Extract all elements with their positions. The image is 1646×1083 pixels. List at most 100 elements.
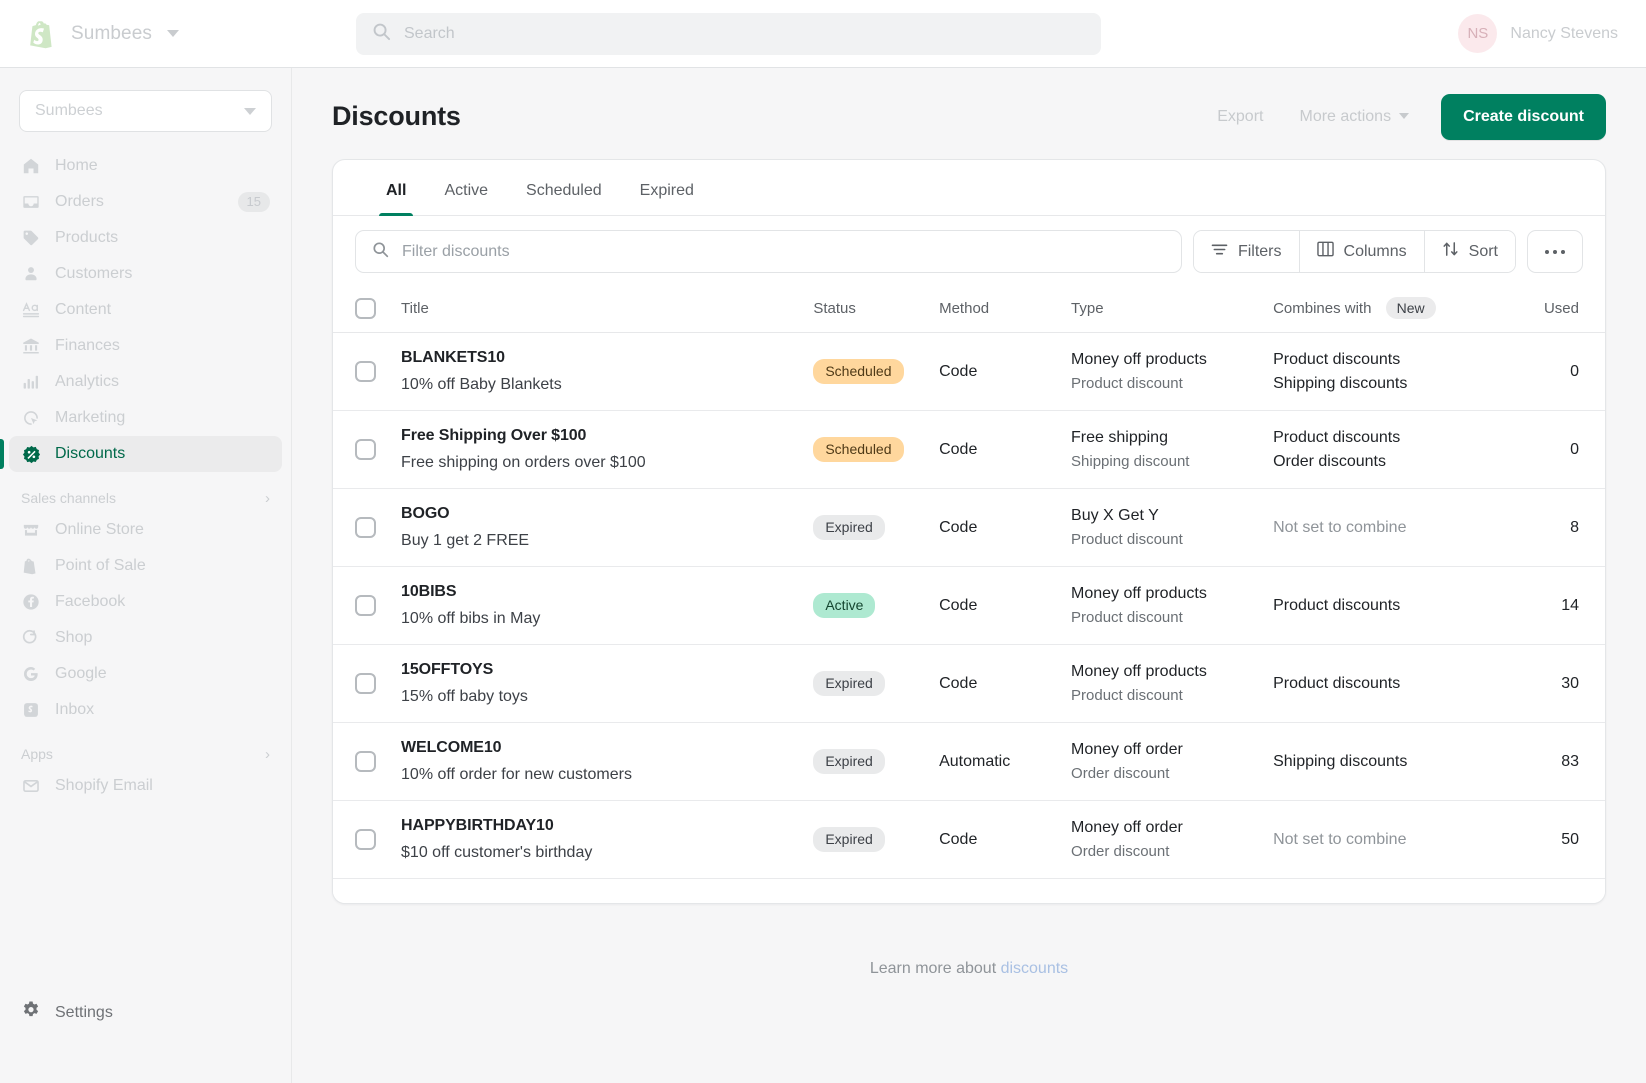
select-all-checkbox[interactable]: [355, 298, 376, 319]
sidebar-item-shopify-email[interactable]: Shopify Email: [9, 768, 282, 804]
sort-button[interactable]: Sort: [1425, 231, 1515, 272]
row-status-cell: Expired: [813, 723, 939, 801]
combines-line-1: Product discounts: [1273, 597, 1502, 615]
page-title: Discounts: [332, 101, 461, 132]
sidebar-item-point-of-sale[interactable]: Point of Sale: [9, 548, 282, 584]
row-method-cell: Code: [939, 645, 1071, 723]
select-all-header: [333, 287, 401, 333]
row-combines-cell: Not set to combine: [1273, 801, 1502, 879]
more-actions-button[interactable]: More actions: [1281, 98, 1427, 136]
row-type-cell: Money off order Order discount: [1071, 801, 1273, 879]
discount-title[interactable]: HAPPYBIRTHDAY10: [401, 817, 813, 835]
row-method-cell: Code: [939, 411, 1071, 489]
discount-title[interactable]: WELCOME10: [401, 739, 813, 757]
discount-title[interactable]: Free Shipping Over $100: [401, 427, 813, 445]
sidebar-item-label: Inbox: [55, 701, 94, 719]
user-menu[interactable]: NS Nancy Stevens: [1458, 14, 1618, 53]
ellipsis-icon: [1553, 250, 1557, 254]
table-row[interactable]: HAPPYBIRTHDAY10 $10 off customer's birth…: [333, 801, 1605, 879]
sidebar-item-marketing[interactable]: Marketing: [9, 400, 282, 436]
table-row[interactable]: WELCOME10 10% off order for new customer…: [333, 723, 1605, 801]
discount-title[interactable]: BOGO: [401, 505, 813, 523]
sidebar-item-inbox[interactable]: Inbox: [9, 692, 282, 728]
header-type[interactable]: Type: [1071, 287, 1273, 333]
row-status-cell: Expired: [813, 489, 939, 567]
filter-discounts-input[interactable]: Filter discounts: [355, 230, 1182, 273]
header-combines-with[interactable]: Combines with New: [1273, 287, 1502, 333]
discount-title[interactable]: BLANKETS10: [401, 349, 813, 367]
sidebar-item-finances[interactable]: Finances: [9, 328, 282, 364]
sidebar-item-online-store[interactable]: Online Store: [9, 512, 282, 548]
export-button[interactable]: Export: [1199, 98, 1281, 136]
sidebar-item-discounts[interactable]: Discounts: [9, 436, 282, 472]
table-row[interactable]: BOGO Buy 1 get 2 FREE Expired Code Buy X…: [333, 489, 1605, 567]
orders-count-badge: 15: [238, 192, 270, 212]
brand-area[interactable]: Sumbees: [0, 18, 292, 50]
row-select-cell: [333, 333, 401, 411]
discount-title[interactable]: 10BIBS: [401, 583, 813, 601]
store-selector[interactable]: Sumbees: [19, 90, 272, 132]
table-row[interactable]: BLANKETS10 10% off Baby Blankets Schedul…: [333, 333, 1605, 411]
apps-section-header[interactable]: Apps ›: [21, 746, 270, 762]
table-row[interactable]: 10BIBS 10% off bibs in May Active Code M…: [333, 567, 1605, 645]
discounts-percent-icon: [21, 444, 41, 464]
sidebar-item-customers[interactable]: Customers: [9, 256, 282, 292]
row-checkbox[interactable]: [355, 439, 376, 460]
row-checkbox[interactable]: [355, 829, 376, 850]
combines-line-1: Not set to combine: [1273, 831, 1502, 849]
sidebar-item-content[interactable]: Content: [9, 292, 282, 328]
sidebar-item-facebook[interactable]: Facebook: [9, 584, 282, 620]
table-row[interactable]: Free Shipping Over $100 Free shipping on…: [333, 411, 1605, 489]
apps-label: Apps: [21, 746, 53, 762]
user-name: Nancy Stevens: [1510, 25, 1618, 43]
learn-more-text: Learn more about: [870, 960, 1001, 977]
sidebar-item-home[interactable]: Home: [9, 148, 282, 184]
header-title[interactable]: Title: [401, 287, 813, 333]
more-options-button[interactable]: [1527, 230, 1583, 273]
main-content: Discounts Export More actions Create dis…: [292, 68, 1646, 1083]
discount-type: Money off products: [1071, 585, 1273, 603]
new-badge: New: [1386, 297, 1436, 319]
facebook-icon: [21, 592, 41, 612]
sidebar-item-orders[interactable]: Orders 15: [9, 184, 282, 220]
columns-button[interactable]: Columns: [1300, 231, 1425, 272]
filters-button[interactable]: Filters: [1194, 231, 1300, 272]
sidebar-item-shop[interactable]: Shop: [9, 620, 282, 656]
row-select-cell: [333, 489, 401, 567]
table-header-row: Title Status Method Type Combines with N…: [333, 287, 1605, 333]
sidebar-item-analytics[interactable]: Analytics: [9, 364, 282, 400]
status-badge: Expired: [813, 827, 884, 852]
sidebar-item-label: Analytics: [55, 373, 119, 391]
row-checkbox[interactable]: [355, 595, 376, 616]
row-checkbox[interactable]: [355, 673, 376, 694]
row-checkbox[interactable]: [355, 517, 376, 538]
home-icon: [21, 156, 41, 176]
sales-channels-section-header[interactable]: Sales channels ›: [21, 490, 270, 506]
sidebar-item-google[interactable]: Google: [9, 656, 282, 692]
header-used[interactable]: Used: [1502, 287, 1605, 333]
sidebar-item-label: Shopify Email: [55, 777, 153, 795]
table-row[interactable]: 15OFFTOYS 15% off baby toys Expired Code…: [333, 645, 1605, 723]
tab-active[interactable]: Active: [425, 182, 507, 215]
discount-type-sub: Product discount: [1071, 531, 1273, 548]
tab-all[interactable]: All: [367, 182, 425, 215]
sidebar-item-products[interactable]: Products: [9, 220, 282, 256]
row-checkbox[interactable]: [355, 751, 376, 772]
global-search-input[interactable]: Search: [356, 13, 1101, 55]
row-checkbox[interactable]: [355, 361, 376, 382]
discount-title[interactable]: 15OFFTOYS: [401, 661, 813, 679]
tab-expired[interactable]: Expired: [621, 182, 713, 215]
status-badge: Scheduled: [813, 437, 903, 462]
row-method-cell: Code: [939, 333, 1071, 411]
discounts-help-link[interactable]: discounts: [1001, 960, 1069, 977]
header-method[interactable]: Method: [939, 287, 1071, 333]
sidebar-item-label: Marketing: [55, 409, 125, 427]
chevron-down-icon[interactable]: [167, 30, 179, 37]
tab-scheduled[interactable]: Scheduled: [507, 182, 621, 215]
header-status[interactable]: Status: [813, 287, 939, 333]
discount-subtitle: 10% off order for new customers: [401, 766, 813, 784]
create-discount-button[interactable]: Create discount: [1441, 94, 1606, 140]
chevron-right-icon: ›: [265, 747, 270, 762]
sidebar-item-label: Orders: [55, 193, 104, 211]
sidebar-item-settings[interactable]: Settings: [0, 1000, 292, 1025]
